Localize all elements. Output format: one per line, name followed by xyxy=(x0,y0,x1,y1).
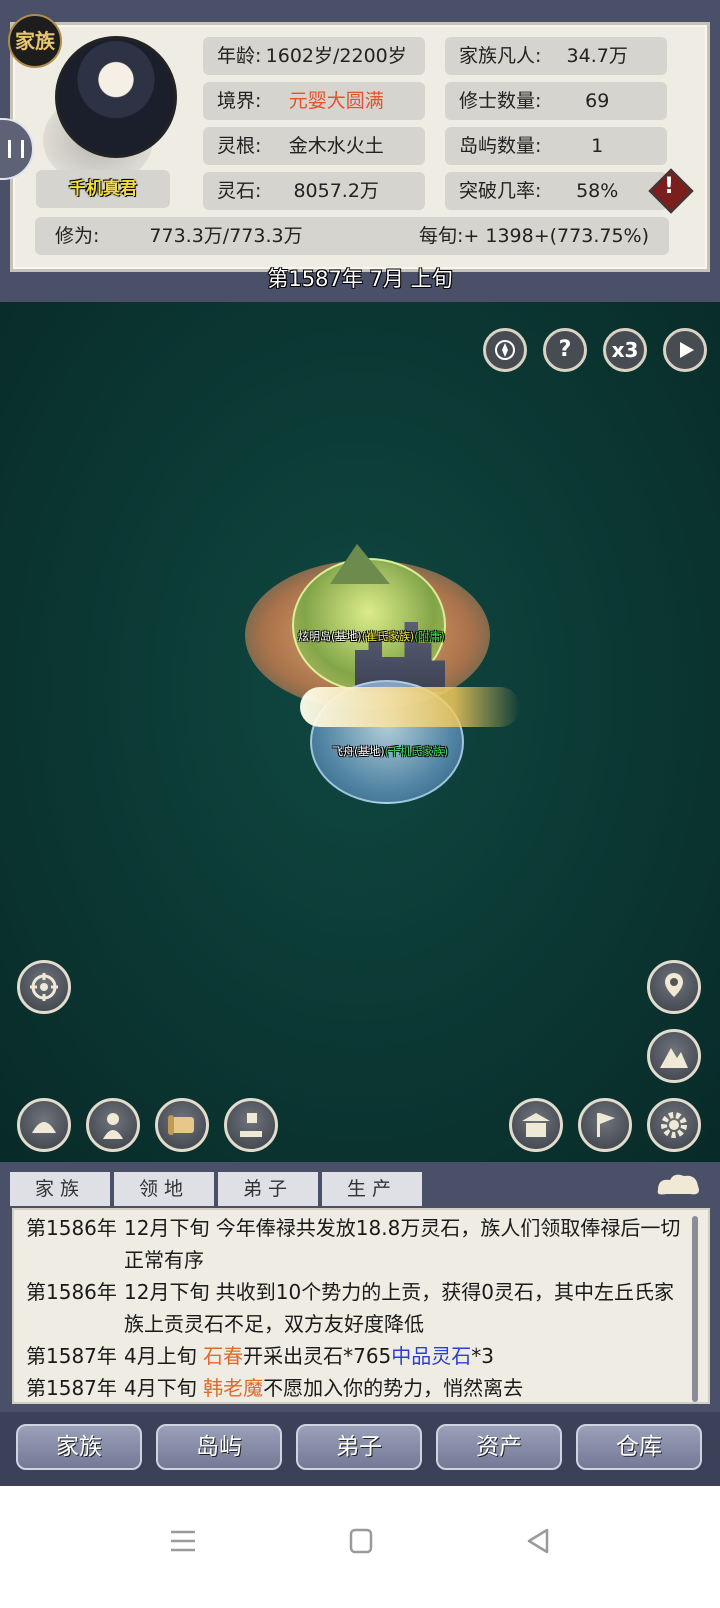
event-log[interactable]: 第1586年 12月下旬 今年俸禄共发放18.8万灵石，族人们领取俸禄后一切正常… xyxy=(12,1208,710,1404)
game-date: 第1587年 7月 上旬 xyxy=(267,267,453,291)
npc-name[interactable]: 韩老魔 xyxy=(203,1376,263,1400)
stat-cultivators: 修士数量: 69 xyxy=(445,82,667,120)
tab-territory[interactable]: 领地 xyxy=(114,1172,214,1206)
person-icon xyxy=(103,1113,123,1139)
stat-spirit-stone: 灵石: 8057.2万 xyxy=(203,172,425,210)
back-icon[interactable] xyxy=(525,1528,551,1554)
nav-islands-button[interactable]: 岛屿 xyxy=(156,1424,282,1470)
building-button[interactable] xyxy=(509,1098,563,1152)
nav-assets-button[interactable]: 资产 xyxy=(436,1424,562,1470)
crosshair-icon xyxy=(30,973,58,1001)
world-map[interactable]: ? x3 炫明岛(基地)(崔氏家族)(附庸) 飞舟(基地)(千机氏家族) xyxy=(0,302,720,1162)
speed-button[interactable]: x3 xyxy=(603,328,647,372)
flying-ship-label[interactable]: 飞舟(基地)(千机氏家族) xyxy=(332,743,448,759)
exclamation-icon: ! xyxy=(664,174,675,199)
pavilion-icon xyxy=(522,1113,550,1137)
nav-warehouse-button[interactable]: 仓库 xyxy=(576,1424,702,1470)
island-label[interactable]: 炫明岛(基地)(崔氏家族)(附庸) xyxy=(298,628,445,644)
tool-button-3[interactable] xyxy=(155,1098,209,1152)
stat-islands: 岛屿数量: 1 xyxy=(445,127,667,165)
settings-button[interactable] xyxy=(647,1098,701,1152)
log-entry: 第1586年 12月下旬 共收到10个势力的上贡，获得0灵石，其中左丘氏家族上贡… xyxy=(26,1280,674,1336)
flag-button[interactable] xyxy=(578,1098,632,1152)
nav-family-button[interactable]: 家族 xyxy=(16,1424,142,1470)
log-entry: 第1586年 12月下旬 今年俸禄共发放18.8万灵石，族人们领取俸禄后一切正常… xyxy=(26,1216,681,1272)
locate-button[interactable] xyxy=(17,960,71,1014)
home-icon[interactable] xyxy=(349,1528,373,1554)
family-badge[interactable]: 家族 xyxy=(8,14,62,68)
crest-icon xyxy=(495,340,515,360)
stat-age: 年龄: 1602岁/2200岁 xyxy=(203,37,425,75)
stat-cultivation: 修为: 773.3万/773.3万 每旬: + 1398+(773.75%) xyxy=(35,217,669,255)
map-pin-button[interactable] xyxy=(647,960,701,1014)
scroll-icon xyxy=(168,1115,194,1135)
log-scrollbar[interactable] xyxy=(692,1216,698,1402)
character-avatar[interactable] xyxy=(55,36,177,158)
system-nav-bar xyxy=(0,1486,720,1608)
play-button[interactable] xyxy=(663,328,707,372)
stat-spirit-root: 灵根: 金木水火土 xyxy=(203,127,425,165)
play-icon xyxy=(679,342,694,358)
log-entry: 第1587年 4月下旬 韩老魔不愿加入你的势力，悄然离去 xyxy=(26,1376,524,1400)
bottom-nav: 家族 岛屿 弟子 资产 仓库 xyxy=(0,1412,720,1486)
tool-button-2[interactable] xyxy=(86,1098,140,1152)
crest-button[interactable] xyxy=(483,328,527,372)
stat-realm: 境界: 元婴大圆满 xyxy=(203,82,425,120)
tool-button-4[interactable] xyxy=(224,1098,278,1152)
help-button[interactable]: ? xyxy=(543,328,587,372)
nav-disciples-button[interactable]: 弟子 xyxy=(296,1424,422,1470)
cloud-ornament-icon[interactable] xyxy=(652,1170,704,1200)
disciple-name[interactable]: 石春 xyxy=(203,1344,243,1368)
tab-disciples[interactable]: 弟子 xyxy=(218,1172,318,1206)
character-name[interactable]: 千机真君 xyxy=(36,170,170,208)
mountain-icon xyxy=(660,1048,688,1068)
event-log-panel: 家族 领地 弟子 生产 第1586年 12月下旬 今年俸禄共发放18.8万灵石，… xyxy=(0,1162,720,1412)
mountain-button[interactable] xyxy=(647,1029,701,1083)
stat-breakthrough: 突破几率: 58% xyxy=(445,172,667,210)
stat-mortals: 家族凡人: 34.7万 xyxy=(445,37,667,75)
flag-icon xyxy=(597,1113,615,1137)
tool-button-1[interactable] xyxy=(17,1098,71,1152)
tab-family[interactable]: 家族 xyxy=(10,1172,110,1206)
menu-icon[interactable] xyxy=(170,1528,196,1554)
log-entry: 第1587年 4月上旬 石春开采出灵石*765中品灵石*3 xyxy=(26,1344,495,1368)
flying-ship-cloud xyxy=(300,687,520,727)
status-header: 年龄: 1602岁/2200岁 境界: 元婴大圆满 灵根: 金木水火土 灵石: … xyxy=(0,0,720,302)
tab-production[interactable]: 生产 xyxy=(322,1172,422,1206)
item-name[interactable]: 中品灵石 xyxy=(391,1344,471,1368)
gear-icon xyxy=(661,1112,687,1138)
fan-icon xyxy=(32,1122,56,1133)
gavel-icon xyxy=(240,1113,262,1137)
map-pin-icon xyxy=(665,973,683,997)
